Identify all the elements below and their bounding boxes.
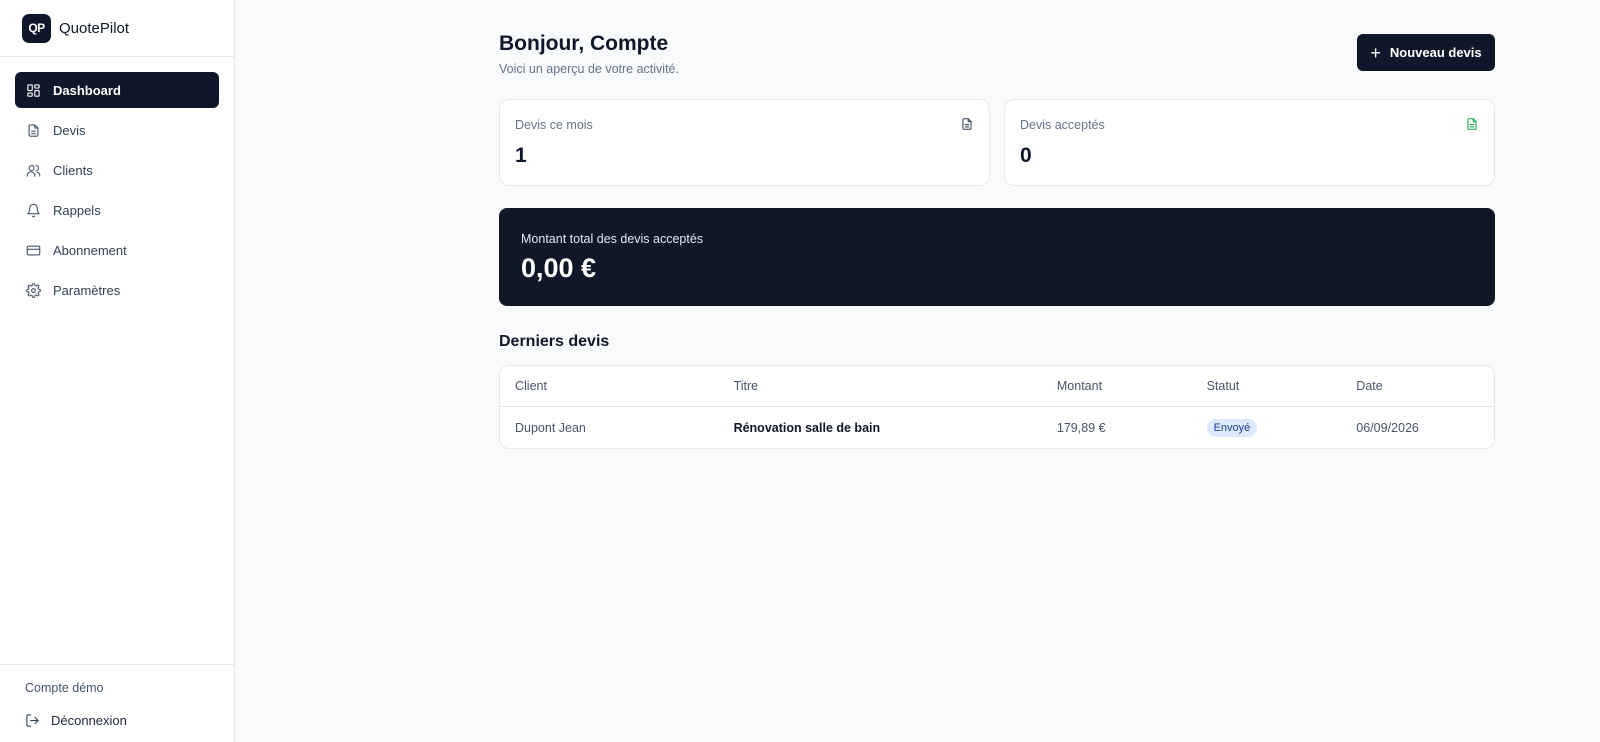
bell-icon xyxy=(27,203,40,217)
sidebar-item-dashboard[interactable]: Dashboard xyxy=(15,72,219,108)
column-header: Statut xyxy=(1206,379,1240,393)
recent-quotes-title: Derniers devis xyxy=(499,333,610,350)
account-name: Compte démo xyxy=(25,681,104,695)
sidebar-item-parametres[interactable]: Paramètres xyxy=(15,272,219,308)
credit-card-icon xyxy=(26,245,41,255)
dashboard-icon xyxy=(27,83,40,97)
sidebar-item-label: Abonnement xyxy=(53,242,127,258)
stat-card-devis-mois: Devis ce mois 1 xyxy=(499,99,990,186)
column-header: Date xyxy=(1356,379,1383,393)
brand[interactable]: QP QuotePilot xyxy=(0,0,234,57)
gear-icon xyxy=(26,282,41,298)
stat-card-devis-acceptes: Devis acceptés 0 xyxy=(1004,99,1495,186)
sidebar-item-label: Clients xyxy=(53,162,93,178)
cell-statut: Envoyé xyxy=(1192,418,1342,437)
sidebar-item-abonnement[interactable]: Abonnement xyxy=(15,232,219,268)
sidebar-item-label: Rappels xyxy=(53,202,101,218)
sidebar: QP QuotePilot Dashboard Devis Clients Ra… xyxy=(0,0,235,742)
logout-label: Déconnexion xyxy=(51,713,127,728)
total-accepted-card: Montant total des devis acceptés 0,00 € xyxy=(499,208,1495,306)
stat-value: 1 xyxy=(515,144,527,167)
sidebar-item-rappels[interactable]: Rappels xyxy=(15,192,219,228)
new-quote-button[interactable]: + Nouveau devis xyxy=(1357,34,1495,71)
sidebar-item-label: Dashboard xyxy=(53,82,121,98)
status-badge: Envoyé xyxy=(1206,418,1258,437)
sidebar-nav: Dashboard Devis Clients Rappels Abonneme… xyxy=(0,57,234,308)
cell-montant: 179,89 € xyxy=(1056,420,1106,435)
logo: QP xyxy=(22,13,51,43)
column-header: Client xyxy=(515,379,547,393)
table-header: Client Titre Montant Statut Date xyxy=(500,366,1494,407)
column-header: Montant xyxy=(1056,379,1103,393)
sidebar-item-label: Devis xyxy=(53,122,86,138)
stat-value: 0 xyxy=(1020,144,1032,167)
stat-label: Devis acceptés xyxy=(1020,118,1105,132)
page-subtitle: Voici un aperçu de votre activité. xyxy=(499,62,679,76)
cell-titre: Rénovation salle de bain xyxy=(733,420,881,435)
sidebar-footer: Compte démo Déconnexion xyxy=(0,664,234,742)
file-icon xyxy=(28,123,39,137)
cell-client: Dupont Jean xyxy=(515,420,586,435)
sidebar-item-clients[interactable]: Clients xyxy=(15,152,219,188)
total-label: Montant total des devis acceptés xyxy=(521,232,704,246)
plus-icon: + xyxy=(1370,42,1381,63)
recent-quotes-table: Client Titre Montant Statut Date Dupont … xyxy=(499,365,1495,449)
sidebar-item-label: Paramètres xyxy=(53,282,121,298)
table-row[interactable]: Dupont Jean Rénovation salle de bain 179… xyxy=(500,407,1494,448)
total-value: 0,00 € xyxy=(521,253,597,283)
sidebar-item-devis[interactable]: Devis xyxy=(15,112,219,148)
app-name: QuotePilot xyxy=(59,19,130,37)
logout-icon xyxy=(26,714,39,727)
stat-label: Devis ce mois xyxy=(515,118,593,132)
page-title: Bonjour, Compte xyxy=(499,32,669,55)
file-icon xyxy=(962,118,972,130)
file-check-icon xyxy=(1467,118,1477,130)
logout-button[interactable]: Déconnexion xyxy=(25,713,234,728)
column-header: Titre xyxy=(733,379,759,393)
new-quote-label: Nouveau devis xyxy=(1389,45,1482,60)
cell-date: 06/09/2026 xyxy=(1356,420,1419,435)
users-icon xyxy=(26,164,41,177)
